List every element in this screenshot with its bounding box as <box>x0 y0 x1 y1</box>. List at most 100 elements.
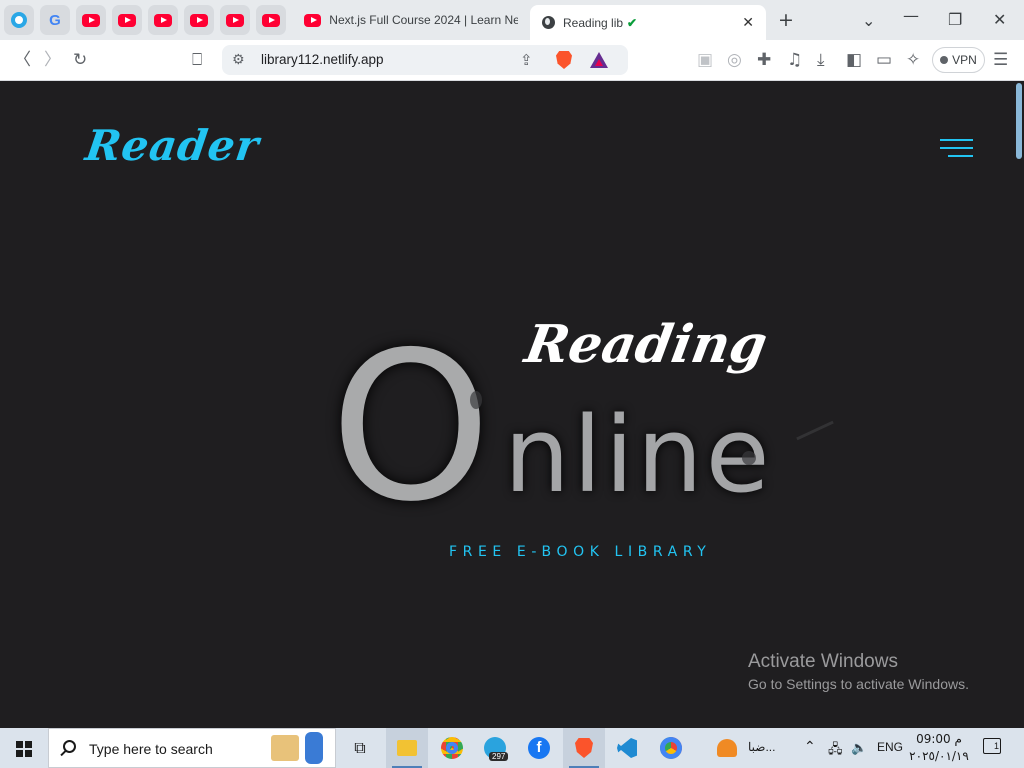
back-button[interactable]: 〈 <box>14 49 31 71</box>
youtube-favicon-icon <box>82 13 100 27</box>
texture-crack <box>470 391 482 409</box>
network-icon[interactable]: 🖧 <box>828 740 843 762</box>
leo-ai-icon[interactable]: ✧ <box>906 49 920 71</box>
search-highlight-icon <box>271 735 299 761</box>
share-icon[interactable]: ⇪ <box>520 49 533 71</box>
weather-text[interactable]: ضبا... <box>748 740 775 754</box>
menu-icon[interactable]: ☰ <box>993 49 1008 71</box>
tab-title: Reading lib <box>563 15 624 30</box>
tab-reading-lib[interactable]: Reading lib ✔ ✕ <box>530 5 766 40</box>
chrome-profile-app[interactable] <box>650 728 692 768</box>
language-indicator[interactable]: ENG <box>877 740 903 754</box>
pinned-tab[interactable] <box>220 5 250 35</box>
brave-icon <box>575 738 593 758</box>
telegram-unread-badge: 297 <box>489 752 509 761</box>
new-tab-button[interactable]: + <box>778 9 794 31</box>
chrome-app[interactable] <box>431 728 473 768</box>
weather-icon <box>717 739 737 757</box>
pinned-tab[interactable] <box>4 5 34 35</box>
pinned-tab[interactable] <box>148 5 178 35</box>
pinned-tab[interactable] <box>256 5 286 35</box>
vscode-app[interactable] <box>606 728 648 768</box>
vpn-label: VPN <box>952 53 977 67</box>
vscode-icon <box>617 738 637 758</box>
volume-icon[interactable]: 🔈 <box>851 740 867 756</box>
restore-button[interactable]: ❐ <box>948 10 962 29</box>
bookmark-icon[interactable]: ⎕ <box>192 49 202 71</box>
close-window-button[interactable]: ✕ <box>993 10 1006 29</box>
vpn-button[interactable]: VPN <box>932 47 985 73</box>
extensions-puzzle-icon[interactable]: ✚ <box>757 49 771 71</box>
tab-title: Next.js Full Course 2024 | Learn Nex <box>329 13 518 27</box>
google-favicon-icon: G <box>49 11 61 29</box>
bottle-highlight-icon <box>305 732 323 764</box>
browser-toolbar: 〈 〉 ↻ ⎕ ⚙ library112.netlify.app ⇪ ▣ ◎ ✚… <box>0 40 1024 81</box>
hamburger-menu-icon[interactable] <box>940 139 973 157</box>
forward-button[interactable]: 〉 <box>44 49 61 71</box>
clock-date: ٢٠٢٥/٠١/١٩ <box>909 749 969 763</box>
screenshot-icon[interactable]: ▣ <box>697 49 713 71</box>
minimize-button[interactable]: — <box>903 6 919 25</box>
pinned-tab[interactable] <box>76 5 106 35</box>
youtube-favicon-icon <box>304 13 322 27</box>
hero-tagline: FREE E-BOOK LIBRARY <box>449 544 712 560</box>
chrome-profile-icon <box>660 737 682 759</box>
brave-app[interactable] <box>563 728 605 768</box>
sidebar-toggle-icon[interactable]: ◧ <box>846 49 862 71</box>
notifications-icon[interactable]: 1 <box>983 738 1001 754</box>
show-hidden-icons-chevron-icon[interactable]: ⌃ <box>804 738 816 755</box>
taskbar-search-input[interactable]: Type here to search <box>48 728 336 768</box>
youtube-favicon-icon <box>154 13 172 27</box>
windows-start-icon[interactable] <box>16 741 32 757</box>
tab-search-chevron-icon[interactable]: ⌄ <box>862 11 875 30</box>
youtube-favicon-icon <box>190 13 208 27</box>
globe-icon <box>542 16 555 29</box>
activate-windows-watermark: Activate Windows Go to Settings to activ… <box>748 651 969 692</box>
extension-circle-icon[interactable]: ◎ <box>727 49 742 71</box>
taskbar-clock[interactable]: 09:00 م ٢٠٢٥/٠١/١٩ <box>908 731 970 765</box>
ring-favicon-icon <box>11 12 27 28</box>
brave-rewards-icon[interactable] <box>590 52 608 68</box>
windows-taskbar: Type here to search ⧉ 297 f ضبا... ⌃ 🖧 🔈… <box>0 728 1024 768</box>
scrollbar-thumb[interactable] <box>1016 83 1022 159</box>
pinned-tab[interactable]: G <box>40 5 70 35</box>
file-explorer-app[interactable] <box>386 728 428 768</box>
facebook-icon: f <box>528 737 550 759</box>
downloads-icon[interactable]: ⤓ <box>817 49 825 71</box>
clock-time: 09:00 م <box>916 732 962 746</box>
facebook-app[interactable]: f <box>518 728 560 768</box>
weather-widget[interactable] <box>706 728 748 768</box>
vpn-status-icon <box>940 56 949 64</box>
youtube-favicon-icon <box>226 13 244 27</box>
page-scrollbar[interactable] <box>1015 81 1024 728</box>
task-view-button[interactable]: ⧉ <box>339 728 381 768</box>
texture-crack <box>742 451 756 465</box>
folder-icon <box>397 740 417 756</box>
telegram-app[interactable] <box>474 728 516 768</box>
wallet-icon[interactable]: ▭ <box>876 49 892 71</box>
watermark-title: Activate Windows <box>748 651 898 672</box>
pinned-tab[interactable] <box>112 5 142 35</box>
hero-script-word: Reading <box>520 314 772 375</box>
web-page: Reader O nline Reading FREE E-BOOK LIBRA… <box>0 81 1024 728</box>
brave-shields-icon[interactable] <box>556 51 572 69</box>
hero-big-letter: O <box>330 309 492 547</box>
media-music-icon[interactable]: ♫ <box>787 49 802 71</box>
youtube-favicon-icon <box>118 13 136 27</box>
youtube-favicon-icon <box>262 13 280 27</box>
reload-button[interactable]: ↻ <box>73 49 87 71</box>
search-placeholder: Type here to search <box>89 741 213 757</box>
checkmark-icon: ✔ <box>627 15 638 30</box>
close-tab-icon[interactable]: ✕ <box>742 14 754 31</box>
url-text[interactable]: library112.netlify.app <box>261 52 384 67</box>
watermark-subtitle: Go to Settings to activate Windows. <box>748 676 969 692</box>
pinned-tab[interactable] <box>184 5 214 35</box>
site-info-icon[interactable]: ⚙ <box>232 49 245 71</box>
site-logo[interactable]: Reader <box>83 121 263 170</box>
texture-crack <box>796 420 834 441</box>
tab-nextjs-course[interactable]: Next.js Full Course 2024 | Learn Nex <box>296 5 518 35</box>
notification-count: 1 <box>993 741 999 751</box>
hero-rest-word: nline <box>504 394 773 516</box>
address-bar[interactable]: ⚙ library112.netlify.app ⇪ <box>222 45 628 75</box>
chrome-icon <box>441 737 463 759</box>
